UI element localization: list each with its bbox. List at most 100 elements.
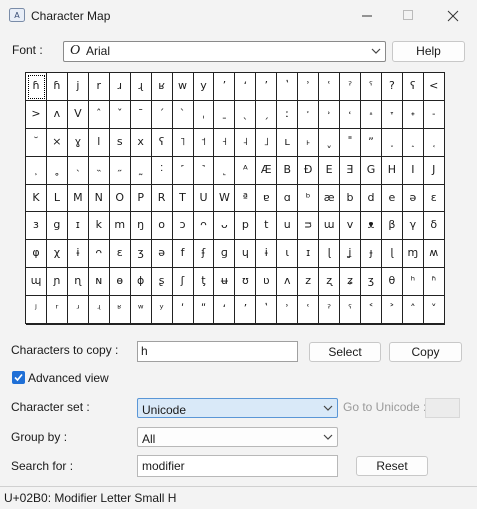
character-cell[interactable]: ˄ [402, 296, 424, 325]
character-cell[interactable]: ˳ [46, 156, 68, 185]
character-cell[interactable]: ɳ [67, 268, 89, 297]
character-cell[interactable]: ɭ [319, 240, 341, 269]
character-cell[interactable]: ʍ [423, 240, 445, 269]
character-cell[interactable]: M [67, 184, 89, 213]
character-cell[interactable]: δ [423, 212, 445, 241]
character-cell[interactable]: ˍ [214, 100, 236, 129]
character-cell[interactable]: s [109, 128, 131, 157]
character-cell[interactable]: ˉ [130, 100, 152, 129]
character-cell[interactable]: ʟ [277, 128, 299, 157]
character-cell[interactable]: ˦ [193, 128, 215, 157]
character-cell[interactable]: ˫ [298, 128, 320, 157]
minimize-icon[interactable] [351, 5, 383, 27]
character-cell[interactable]: ʹ [172, 296, 194, 325]
character-cell[interactable] [214, 324, 236, 326]
character-cell[interactable]: ˹ [172, 156, 194, 185]
character-cell[interactable]: d [361, 184, 382, 213]
character-cell[interactable] [402, 324, 424, 326]
character-cell[interactable]: ʰ [402, 268, 424, 297]
character-cell[interactable] [172, 324, 194, 326]
character-cell[interactable]: t [256, 212, 278, 241]
character-cell[interactable]: ˁ [361, 73, 382, 101]
character-cell[interactable]: ɔ [172, 212, 194, 241]
character-cell[interactable]: ᴬ [235, 156, 257, 185]
character-cell[interactable]: P [130, 184, 152, 213]
character-cell[interactable]: < [423, 73, 445, 101]
character-cell[interactable]: ˧ [214, 128, 236, 157]
character-cell[interactable]: ᴝ [298, 212, 320, 241]
character-cell[interactable]: ɪ [67, 212, 89, 241]
character-cell[interactable]: ª [235, 184, 257, 213]
character-cell[interactable]: ː [277, 100, 299, 129]
character-cell[interactable]: ɑ [277, 184, 299, 213]
character-cell[interactable] [298, 324, 320, 326]
group-by-dropdown[interactable]: All [137, 427, 338, 447]
character-cell[interactable]: ˆ [88, 100, 110, 129]
close-icon[interactable] [437, 5, 469, 27]
character-cell[interactable]: ˲ [26, 156, 47, 185]
character-cell[interactable]: ˮ [361, 128, 382, 157]
character-cell[interactable]: ˁ [340, 296, 361, 325]
character-cell[interactable]: ʒ [130, 240, 152, 269]
character-cell[interactable]: ˭ [340, 128, 361, 157]
character-cell[interactable]: ᴖ [193, 212, 215, 241]
character-cell[interactable]: ʒ [361, 268, 382, 297]
character-cell[interactable] [256, 324, 278, 326]
character-cell[interactable]: ˥ [172, 128, 194, 157]
character-cell[interactable]: I [402, 156, 424, 185]
character-cell[interactable]: ˖ [402, 100, 424, 129]
character-cell[interactable]: Ð [298, 156, 320, 185]
character-cell[interactable]: ɻ [130, 73, 152, 101]
character-cell[interactable]: ʵ [88, 296, 110, 325]
character-cell[interactable]: χ [46, 240, 68, 269]
character-cell[interactable]: ˃ [381, 296, 403, 325]
character-cell[interactable]: β [381, 212, 403, 241]
reset-button[interactable]: Reset [356, 456, 428, 476]
character-cell[interactable]: ˀ [319, 296, 341, 325]
character-cell[interactable]: u [277, 212, 299, 241]
character-cell[interactable]: × [46, 128, 68, 157]
character-cell[interactable]: ˨ [235, 128, 257, 157]
character-cell[interactable]: φ [26, 240, 47, 269]
character-cell[interactable]: k [88, 212, 110, 241]
character-cell[interactable] [151, 324, 173, 326]
character-cell[interactable]: ˀ [340, 73, 361, 101]
title-bar[interactable]: A Character Map [0, 0, 477, 30]
character-cell[interactable]: ʐ [319, 268, 341, 297]
character-cell[interactable]: J [423, 156, 445, 185]
character-cell[interactable]: ˅ [423, 296, 445, 325]
character-cell[interactable]: R [151, 184, 173, 213]
character-cell[interactable]: ʽ [277, 73, 299, 101]
character-cell[interactable]: ᵇ [298, 184, 320, 213]
character-cell[interactable]: ɟ [361, 240, 382, 269]
character-cell[interactable]: ʾ [298, 73, 320, 101]
character-cell[interactable]: ᴥ [361, 212, 382, 241]
character-cell[interactable]: o [151, 212, 173, 241]
character-cell[interactable]: ʁ [151, 73, 173, 101]
character-cell[interactable]: ə [151, 240, 173, 269]
character-cell[interactable]: ʲ [26, 296, 47, 325]
character-grid[interactable]: ɦ ɦ j r ɹ ɻ ʁ w y ʼ ʻ ʼ ʽ ʾ ʿ ˀ ˁ? ʕ < > ʌ V ˆ ˇ ˉ ˊ ˋ ˌ ˍ ˎ ˏ ː ˑ ˒ ˓ ˔ ˕ ˖ ˗… [25, 72, 445, 326]
character-cell[interactable]: ʼ [235, 296, 257, 325]
character-cell[interactable]: g [46, 212, 68, 241]
character-cell[interactable]: ˎ [235, 100, 257, 129]
help-button[interactable]: Help [392, 41, 465, 62]
character-cell[interactable]: ʱ [423, 268, 445, 297]
character-cell[interactable]: ˴ [67, 156, 89, 185]
character-cell[interactable] [381, 324, 403, 326]
character-cell[interactable]: ʉ [214, 268, 236, 297]
character-cell[interactable]: ˑ [298, 100, 320, 129]
character-cell[interactable]: ʿ [319, 73, 341, 101]
character-cell[interactable]: ˇ [109, 100, 131, 129]
character-cell[interactable]: f [172, 240, 194, 269]
character-cell[interactable]: ɸ [130, 268, 152, 297]
character-cell[interactable]: æ [319, 184, 341, 213]
character-cell[interactable]: Ǝ [340, 156, 361, 185]
character-cell[interactable]: ˘ [26, 128, 47, 157]
character-cell[interactable]: l [88, 128, 110, 157]
font-dropdown[interactable]: O Arial [63, 41, 386, 62]
maximize-icon[interactable] [392, 5, 424, 27]
character-cell[interactable]: v [340, 212, 361, 241]
character-cell[interactable]: W [214, 184, 236, 213]
select-button[interactable]: Select [309, 342, 381, 362]
